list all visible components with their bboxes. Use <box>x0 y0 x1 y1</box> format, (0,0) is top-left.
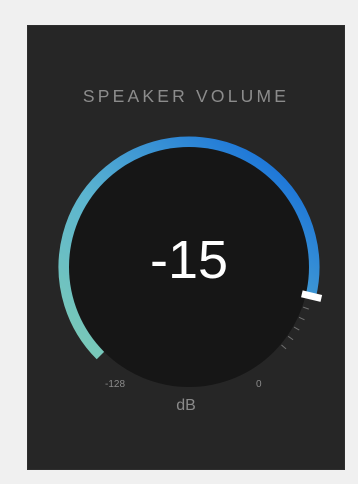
scale-tick <box>302 306 309 310</box>
min-label: -128 <box>105 379 126 390</box>
scale-tick <box>293 326 300 331</box>
knob-indicator <box>301 290 323 302</box>
scale-tick <box>287 335 294 341</box>
speaker-volume-panel: SPEAKER VOLUME -15 -128 0 dB <box>27 25 345 470</box>
max-label: 0 <box>256 379 262 390</box>
scale-tick <box>281 344 287 350</box>
unit-label: dB <box>176 397 196 414</box>
volume-value: -15 <box>149 230 229 290</box>
scale-tick <box>298 316 305 321</box>
